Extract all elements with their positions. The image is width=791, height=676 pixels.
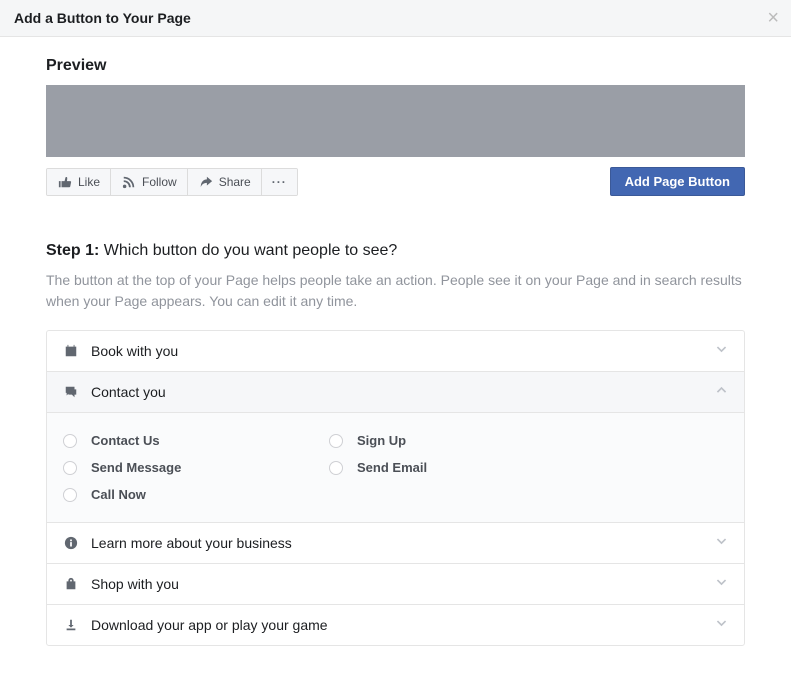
like-label: Like <box>78 175 100 189</box>
radio-icon <box>63 488 77 502</box>
option-send-message[interactable]: Send Message <box>63 454 329 481</box>
share-label: Share <box>219 175 251 189</box>
option-call-now-label: Call Now <box>91 487 146 502</box>
option-contact-us-label: Contact Us <box>91 433 160 448</box>
section-download[interactable]: Download your app or play your game <box>47 605 744 645</box>
radio-icon <box>63 434 77 448</box>
share-icon <box>198 175 214 189</box>
section-contact[interactable]: Contact you <box>47 372 744 413</box>
preview-heading: Preview <box>46 57 745 75</box>
section-book-label: Book with you <box>91 343 703 359</box>
option-send-email-label: Send Email <box>357 460 427 475</box>
modal-content: Preview Like Follow Share ··· <box>0 37 791 676</box>
option-sign-up-label: Sign Up <box>357 433 406 448</box>
option-send-message-label: Send Message <box>91 460 181 475</box>
chevron-down-icon <box>715 535 728 551</box>
add-page-button[interactable]: Add Page Button <box>610 167 745 196</box>
ellipsis-icon: ··· <box>272 175 287 189</box>
option-call-now[interactable]: Call Now <box>63 481 329 508</box>
modal-title: Add a Button to Your Page <box>14 10 777 26</box>
follow-label: Follow <box>142 175 177 189</box>
chat-icon <box>63 385 79 399</box>
thumbs-up-icon <box>57 175 73 189</box>
bag-icon <box>63 577 79 591</box>
option-sign-up[interactable]: Sign Up <box>329 427 595 454</box>
chevron-down-icon <box>715 617 728 633</box>
share-button[interactable]: Share <box>188 169 262 195</box>
step-label: Step 1: <box>46 242 99 259</box>
option-send-email[interactable]: Send Email <box>329 454 595 481</box>
section-download-label: Download your app or play your game <box>91 617 703 633</box>
section-learn[interactable]: Learn more about your business <box>47 523 744 564</box>
option-contact-us[interactable]: Contact Us <box>63 427 329 454</box>
step-heading: Step 1: Which button do you want people … <box>46 242 745 260</box>
follow-button[interactable]: Follow <box>111 169 188 195</box>
page-actions-bar: Like Follow Share ··· Add Page Button <box>46 167 745 196</box>
cover-image-placeholder <box>46 85 745 157</box>
section-shop[interactable]: Shop with you <box>47 564 744 605</box>
step-description: The button at the top of your Page helps… <box>46 270 745 312</box>
chevron-up-icon <box>715 384 728 400</box>
radio-icon <box>329 434 343 448</box>
radio-icon <box>63 461 77 475</box>
chevron-down-icon <box>715 343 728 359</box>
like-button[interactable]: Like <box>47 169 111 195</box>
section-book[interactable]: Book with you <box>47 331 744 372</box>
modal-header: Add a Button to Your Page × <box>0 0 791 37</box>
close-icon[interactable]: × <box>767 8 779 28</box>
step-question: Which button do you want people to see? <box>104 242 398 259</box>
radio-icon <box>329 461 343 475</box>
button-type-accordion: Book with you Contact you Contact Us Sig… <box>46 330 745 646</box>
rss-icon <box>121 175 137 189</box>
section-shop-label: Shop with you <box>91 576 703 592</box>
calendar-icon <box>63 344 79 358</box>
section-contact-label: Contact you <box>91 384 703 400</box>
page-action-group: Like Follow Share ··· <box>46 168 298 196</box>
chevron-down-icon <box>715 576 728 592</box>
info-icon <box>63 536 79 550</box>
download-icon <box>63 618 79 632</box>
section-learn-label: Learn more about your business <box>91 535 703 551</box>
more-button[interactable]: ··· <box>262 169 297 195</box>
contact-options-panel: Contact Us Sign Up Send Message Send Ema… <box>47 413 744 523</box>
